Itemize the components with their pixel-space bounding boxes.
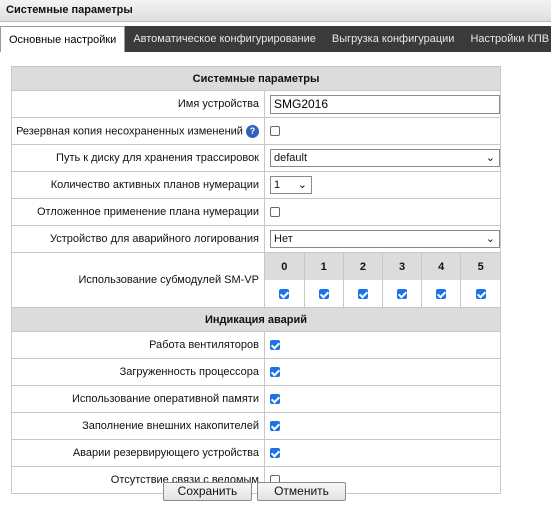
alarm-label-cpu: Загруженность процессора xyxy=(11,358,265,386)
tab-kpv-settings[interactable]: Настройки КПВ xyxy=(462,26,551,52)
chevron-down-icon: ⌄ xyxy=(297,179,307,191)
smvp-checkbox-3[interactable] xyxy=(397,288,408,299)
deferred-plan-checkbox[interactable] xyxy=(270,207,280,218)
tab-auto-config[interactable]: Автоматическое конфигурирование xyxy=(125,26,324,52)
alarm-checkbox-fans[interactable] xyxy=(270,340,280,351)
window-title: Системные параметры xyxy=(0,0,551,22)
trace-path-label: Путь к диску для хранения трассировок xyxy=(11,144,265,172)
smvp-index-2: 2 xyxy=(342,253,383,280)
alarm-label-fans: Работа вентиляторов xyxy=(11,331,265,359)
smvp-checkbox-1[interactable] xyxy=(318,288,329,299)
smvp-index-4: 4 xyxy=(421,253,461,280)
alarm-checkbox-backup-device[interactable] xyxy=(270,448,280,459)
device-name-input[interactable] xyxy=(270,94,500,114)
backup-unsaved-checkbox[interactable] xyxy=(270,126,280,137)
tab-bar: Основные настройки Автоматическое конфиг… xyxy=(0,26,551,52)
trace-path-select[interactable]: default ⌄ xyxy=(270,149,500,167)
crash-log-device-label: Устройство для аварийного логирования xyxy=(11,225,265,253)
smvp-checkbox-2[interactable] xyxy=(357,288,368,299)
alarm-label-storage: Заполнение внешних накопителей xyxy=(11,412,265,440)
active-plans-label: Количество активных планов нумерации xyxy=(11,171,265,199)
device-name-label: Имя устройства xyxy=(11,90,265,118)
deferred-plan-label: Отложенное применение плана нумерации xyxy=(11,198,265,226)
active-plans-select[interactable]: 1 ⌄ xyxy=(270,176,312,194)
section-title-alarms: Индикация аварий xyxy=(11,307,501,332)
form-buttons: Сохранить Отменить xyxy=(163,482,346,501)
trace-path-value: default xyxy=(274,152,308,164)
backup-unsaved-label-cell: Резервная копия несохраненных изменений … xyxy=(11,117,265,145)
chevron-down-icon: ⌄ xyxy=(485,152,495,164)
backup-unsaved-label: Резервная копия несохраненных изменений xyxy=(16,124,243,137)
cancel-button[interactable]: Отменить xyxy=(257,482,346,501)
alarm-label-ram: Использование оперативной памяти xyxy=(11,385,265,413)
smvp-checkbox-0[interactable] xyxy=(279,288,290,299)
settings-table: Системные параметры Имя устройства Резер… xyxy=(11,66,501,494)
smvp-index-3: 3 xyxy=(381,253,422,280)
alarm-checkbox-ram[interactable] xyxy=(270,394,280,405)
save-button[interactable]: Сохранить xyxy=(163,482,252,501)
smvp-index-1: 1 xyxy=(303,253,344,280)
smvp-grid: 0 1 2 3 4 5 xyxy=(265,253,500,307)
alarm-checkbox-cpu[interactable] xyxy=(270,367,280,378)
smvp-label: Использование субмодулей SM-VP xyxy=(11,252,265,308)
crash-log-device-value: Нет xyxy=(274,233,293,245)
help-icon[interactable]: ? xyxy=(246,124,259,138)
smvp-index-5: 5 xyxy=(460,253,500,280)
tab-basic-settings[interactable]: Основные настройки xyxy=(0,26,126,52)
section-title-system: Системные параметры xyxy=(11,66,501,91)
smvp-checkbox-5[interactable] xyxy=(475,288,486,299)
chevron-down-icon: ⌄ xyxy=(485,233,495,245)
alarm-label-backup-device: Аварии резервирующего устройства xyxy=(11,439,265,467)
smvp-checkbox-4[interactable] xyxy=(436,288,447,299)
smvp-index-0: 0 xyxy=(265,253,305,280)
crash-log-device-select[interactable]: Нет ⌄ xyxy=(270,230,500,248)
active-plans-value: 1 xyxy=(274,179,281,191)
alarm-checkbox-storage[interactable] xyxy=(270,421,280,432)
tab-config-export[interactable]: Выгрузка конфигурации xyxy=(324,26,463,52)
